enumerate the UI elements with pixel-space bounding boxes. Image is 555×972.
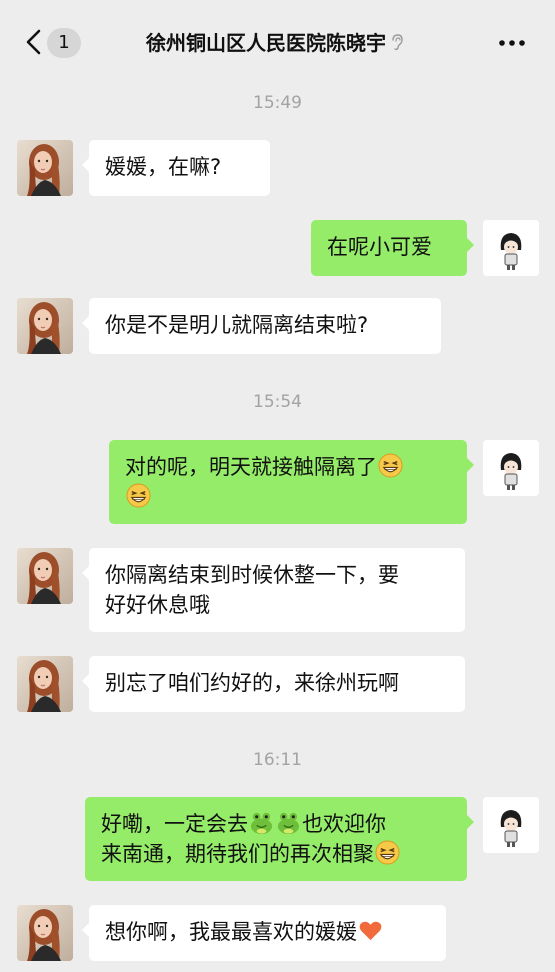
orange-heart-emoji [358,918,383,943]
back-arrow-icon[interactable] [24,28,44,56]
outgoing-message-bubble[interactable]: 在呢小可爱 [311,220,474,276]
message-text: 媛媛，在嘛? [105,155,222,179]
incoming-message-bubble[interactable]: 你是不是明儿就隔离结束啦? [82,298,441,354]
contact-avatar[interactable] [17,298,73,354]
message-text-line-2: 好好休息哦 [105,593,210,617]
frog-emoji [276,810,301,835]
contact-avatar[interactable] [17,548,73,604]
frog-emoji [249,810,274,835]
outgoing-message-bubble[interactable]: 好嘞，一定会去 也欢迎你 来南通，期待我们的再次相聚 [85,797,474,881]
outgoing-message-bubble[interactable]: 对的呢，明天就接触隔离了 [109,440,474,524]
incoming-message-bubble[interactable]: 媛媛，在嘛? [82,140,270,196]
incoming-message-bubble[interactable]: 想你啊，我最最喜欢的媛媛 [82,905,446,961]
grinning-face-emoji [126,483,151,508]
message-text-line-1: 你隔离结束到时候休整一下，要 [105,563,399,587]
grinning-face-emoji [378,453,403,478]
my-avatar[interactable] [483,797,539,853]
unread-count-badge[interactable]: 1 [47,28,81,58]
timestamp: 15:49 [253,93,302,113]
message-text: 你是不是明儿就隔离结束啦? [105,313,369,337]
more-options-icon[interactable] [498,38,526,48]
message-text: 在呢小可爱 [327,235,432,259]
message-text: 别忘了咱们约好的，来徐州玩啊 [105,671,399,695]
message-text-part-1: 好嘞，一定会去 [101,812,248,836]
message-text-line-2: 来南通，期待我们的再次相聚 [101,842,374,866]
chat-header: 1 徐州铜山区人民医院陈晓宇 [0,0,555,80]
chat-title: 徐州铜山区人民医院陈晓宇 [110,29,440,57]
timestamp: 16:11 [253,750,302,770]
message-text-part-2: 也欢迎你 [302,812,386,836]
chat-title-text: 徐州铜山区人民医院陈晓宇 [146,31,386,55]
incoming-message-bubble[interactable]: 别忘了咱们约好的，来徐州玩啊 [82,656,465,712]
grinning-face-emoji [375,840,400,865]
contact-avatar[interactable] [17,905,73,961]
message-text: 对的呢，明天就接触隔离了 [125,455,377,479]
incoming-message-bubble[interactable]: 你隔离结束到时候休整一下，要 好好休息哦 [82,548,465,632]
contact-avatar[interactable] [17,140,73,196]
ear-icon [392,34,403,51]
my-avatar[interactable] [483,220,539,276]
my-avatar[interactable] [483,440,539,496]
message-text: 想你啊，我最最喜欢的媛媛 [105,920,357,944]
contact-avatar[interactable] [17,656,73,712]
timestamp: 15:54 [253,392,302,412]
